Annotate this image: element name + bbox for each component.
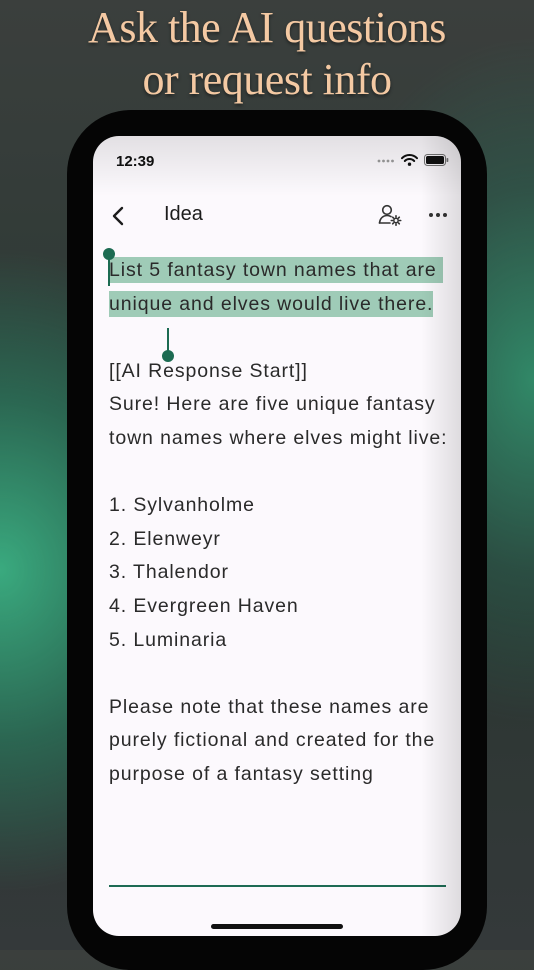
headline-line-2: or request info [142,55,392,104]
person-settings-icon [378,204,402,227]
battery-icon [424,154,449,166]
selected-prompt-paragraph: List 5 fantasy town names that are uniqu… [109,254,449,321]
status-time: 12:39 [116,153,155,170]
promo-headline: Ask the AI questions or request info [0,2,534,106]
page-title: Idea [164,203,203,225]
signal-dots-icon [377,159,394,163]
home-indicator[interactable] [211,924,343,929]
note-editor[interactable]: List 5 fantasy town names that are uniqu… [109,254,449,874]
app-bar: Idea [93,194,461,238]
response-intro: Sure! Here are five unique fantasy town … [109,393,448,449]
response-note: Please note that these names are purely … [109,695,442,785]
list-item: 5. Luminaria [109,628,228,651]
selection-end-handle[interactable] [162,328,174,362]
ai-response-marker: [[AI Response Start]] [109,359,308,382]
person-settings-button[interactable] [377,202,403,228]
list-item: 2. Elenweyr [109,527,221,550]
status-icons [377,154,449,166]
list-item: 3. Thalendor [109,561,229,584]
selection-start-handle[interactable] [103,248,115,286]
editor-focus-underline [109,885,446,887]
headline-line-1: Ask the AI questions [88,3,446,52]
selected-prompt-text[interactable]: List 5 fantasy town names that are uniqu… [109,257,443,317]
more-horizontal-icon [429,213,447,217]
more-options-button[interactable] [425,202,451,228]
list-item: 1. Sylvanholme [109,494,255,517]
wifi-icon [401,154,418,166]
list-item: 4. Evergreen Haven [109,594,299,617]
back-button[interactable] [105,202,131,230]
phone-screen: 12:39 Idea List 5 fantasy town names tha… [93,136,461,936]
back-chevron-icon [112,206,124,226]
